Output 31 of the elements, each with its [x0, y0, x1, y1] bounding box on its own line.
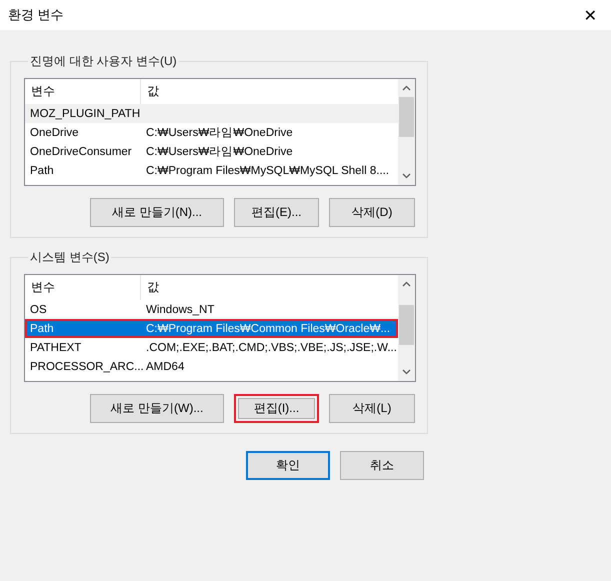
column-header[interactable]: 변수 — [25, 275, 141, 300]
dialog-button[interactable]: 편집(E)... — [234, 198, 319, 227]
dialog-button[interactable]: 새로 만들기(W)... — [90, 394, 224, 423]
scroll-thumb[interactable] — [399, 97, 414, 137]
dialog-button[interactable]: 새로 만들기(N)... — [90, 198, 224, 227]
list-row[interactable]: Path C:₩Program Files₩Common Files₩Oracle₩... — [25, 319, 398, 338]
scroll-up-icon[interactable] — [402, 85, 411, 91]
dialog-button[interactable]: 삭제(D) — [329, 198, 415, 227]
list-row[interactable]: OS Windows_NT — [25, 300, 398, 319]
scroll-up-icon[interactable] — [402, 281, 411, 287]
dialog-button[interactable]: 편집(I)... — [234, 394, 319, 423]
group-title: 진명에 대한 사용자 변수(U) — [29, 53, 178, 70]
column-header[interactable]: 값 — [141, 79, 398, 104]
group-title: 시스템 변수(S) — [29, 249, 110, 266]
variable-list[interactable]: 변수 값 MOZ_PLUGIN_PATH OneDrive C:₩Users₩라임₩OneDrive OneDriveConsumer C:₩Users₩라임₩OneDrive Path C:₩Program Files₩MySQL₩MySQL Shell 8.... — [24, 78, 416, 186]
ok-button[interactable]: 확인 — [246, 451, 330, 480]
dialog-button[interactable]: 삭제(L) — [329, 394, 415, 423]
list-row[interactable]: OneDriveConsumer C:₩Users₩라임₩OneDrive — [25, 142, 398, 161]
list-row[interactable]: MOZ_PLUGIN_PATH — [25, 104, 398, 123]
scroll-down-icon[interactable] — [402, 369, 411, 375]
list-row[interactable]: Path C:₩Program Files₩MySQL₩MySQL Shell 8.... — [25, 161, 398, 180]
scroll-down-icon[interactable] — [402, 173, 411, 179]
list-row[interactable]: PROCESSOR_ARC... AMD64 — [25, 357, 398, 376]
cancel-button[interactable]: 취소 — [340, 451, 424, 480]
variable-list[interactable]: 변수 값 OS Windows_NT Path C:₩Program Files₩Common Files₩Oracle₩... PATHEXT .COM;.EXE;.BAT;.CMD;.VBS;.VBE;.JS;.JSE;.W... PROCESSOR_ARC... AMD64 — [24, 274, 416, 382]
close-button[interactable]: ✕ — [580, 6, 601, 24]
scroll-thumb[interactable] — [399, 305, 414, 345]
window-title: 환경 변수 — [8, 6, 64, 24]
column-header[interactable]: 값 — [141, 275, 398, 300]
list-row[interactable]: OneDrive C:₩Users₩라임₩OneDrive — [25, 123, 398, 142]
list-row[interactable]: PATHEXT .COM;.EXE;.BAT;.CMD;.VBS;.VBE;.JS;.JSE;.W... — [25, 338, 398, 357]
